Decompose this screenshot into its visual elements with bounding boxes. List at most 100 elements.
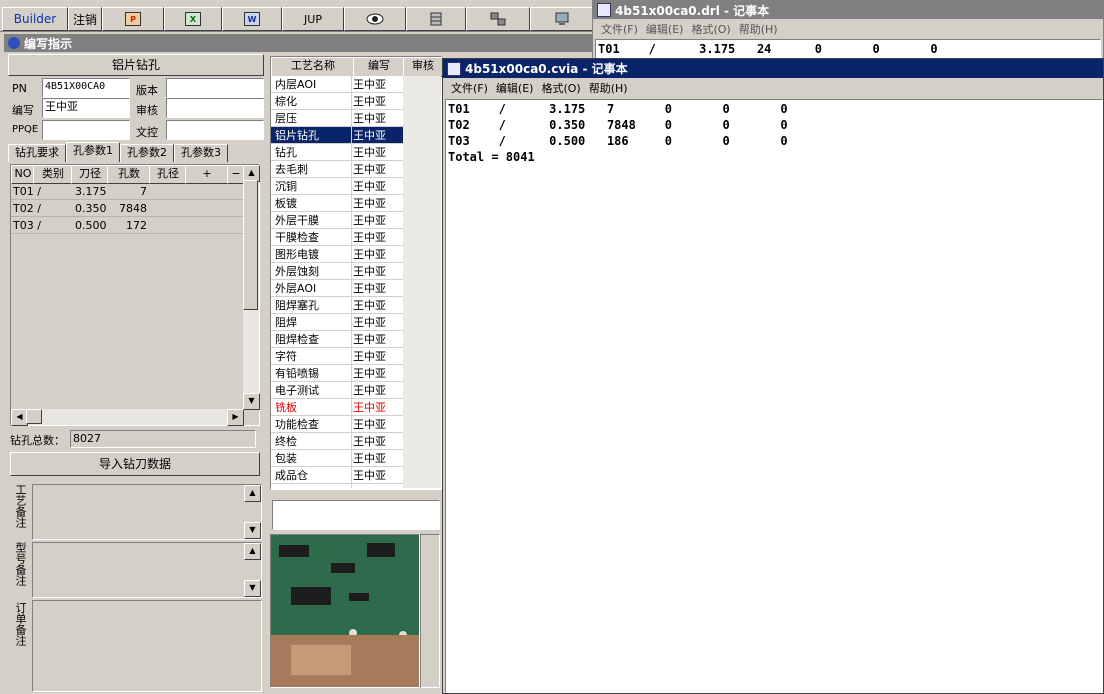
jup-button[interactable]: JUP xyxy=(282,7,344,31)
process-header-writer[interactable]: 编写 xyxy=(353,57,405,77)
tab-hole-params-1[interactable]: 孔参数1 xyxy=(66,142,120,162)
hole-params-grid[interactable]: NO 类别 刀径 孔数 孔径 + − T01 / 3.175 7 T02 / 0… xyxy=(10,164,260,426)
order-note-field[interactable] xyxy=(32,600,262,692)
process-writer: 王中亚 xyxy=(353,282,386,295)
process-writer: 王中亚 xyxy=(353,197,386,210)
notepad-icon xyxy=(447,61,461,76)
note-scroll-down-icon[interactable]: ▼ xyxy=(244,522,261,539)
main-window-titlebar[interactable]: 编写指示 xyxy=(4,34,594,52)
excel-icon: X xyxy=(185,12,201,26)
grid-row[interactable]: T01 / 3.175 7 xyxy=(11,183,243,200)
notepad-drl-text[interactable]: T01 / 3.175 24 0 0 0 xyxy=(595,39,1101,59)
computer-button[interactable] xyxy=(530,7,594,31)
notepad-cvia-menubar: 文件(F) 编辑(E) 格式(O) 帮助(H) xyxy=(443,79,1103,97)
builder-label: Builder xyxy=(13,12,57,26)
process-writer: 王中亚 xyxy=(353,435,386,448)
menu-edit[interactable]: 编辑(E) xyxy=(646,21,684,37)
photo-side-scroll[interactable] xyxy=(420,534,440,688)
process-writer: 王中亚 xyxy=(353,452,386,465)
doc-control-label: 文控 xyxy=(136,126,158,139)
model-note-label: 型号备注 xyxy=(14,542,27,586)
ppqe-field[interactable] xyxy=(42,120,130,140)
menu-format[interactable]: 格式(O) xyxy=(691,21,730,37)
version-label: 版本 xyxy=(136,84,158,97)
notepad-drl-window[interactable]: 4b51x00ca0.drl - 记事本 文件(F) 编辑(E) 格式(O) 帮… xyxy=(592,0,1104,60)
app-icon xyxy=(8,37,20,49)
process-writer: 王中亚 xyxy=(353,78,386,91)
notepad-cvia-text-area[interactable]: T01 / 3.175 7 0 0 0 T02 / 0.350 7848 0 0… xyxy=(445,99,1103,693)
menu-edit[interactable]: 编辑(E) xyxy=(496,80,534,96)
pn-field[interactable]: 4B51X00CA0 xyxy=(42,78,130,98)
process-writer: 王中亚 xyxy=(353,95,386,108)
process-input[interactable] xyxy=(272,500,440,530)
process-name: 内层AOI xyxy=(275,78,317,91)
notepad-drl-titlebar[interactable]: 4b51x00ca0.drl - 记事本 xyxy=(593,1,1103,19)
menu-file[interactable]: 文件(F) xyxy=(451,80,488,96)
review-field[interactable] xyxy=(166,98,264,118)
notepad-drl-content: T01 / 3.175 24 0 0 0 xyxy=(598,42,938,56)
tab-drill-requirements[interactable]: 钻孔要求 xyxy=(8,144,66,162)
process-writer: 王中亚 xyxy=(353,265,386,278)
grid-hscrollbar[interactable]: ◀ ▶ xyxy=(11,409,244,426)
menu-help[interactable]: 帮助(H) xyxy=(589,80,628,96)
excel-button[interactable]: X xyxy=(164,7,222,31)
eye-button[interactable] xyxy=(344,7,406,31)
grid-hscroll-thumb[interactable] xyxy=(26,409,42,424)
notepad-cvia-window[interactable]: 4b51x00ca0.cvia - 记事本 文件(F) 编辑(E) 格式(O) … xyxy=(442,58,1104,694)
process-writer: 王中亚 xyxy=(353,384,386,397)
network-button[interactable] xyxy=(466,7,530,31)
grid-cell-no: T02 / xyxy=(13,202,41,215)
process-name: 铝片钻孔 xyxy=(275,129,319,142)
section-title: 铝片钻孔 xyxy=(8,54,264,76)
grid-header-add[interactable]: + xyxy=(185,165,229,184)
process-note-field[interactable]: ▲ ▼ xyxy=(32,484,262,540)
process-header-name[interactable]: 工艺名称 xyxy=(271,57,355,77)
process-name: 板镀 xyxy=(275,197,297,210)
grid-header-hole-count[interactable]: 孔数 xyxy=(107,165,151,184)
grid-cell-no: T03 / xyxy=(13,219,41,232)
import-drill-data-button[interactable]: 导入钻刀数据 xyxy=(10,452,260,476)
menu-format[interactable]: 格式(O) xyxy=(541,80,580,96)
grid-header-no[interactable]: NO xyxy=(11,165,35,184)
note-scroll-down-icon[interactable]: ▼ xyxy=(244,580,261,597)
process-name: 字符 xyxy=(275,350,297,363)
menu-help[interactable]: 帮助(H) xyxy=(739,21,778,37)
grid-vscrollbar[interactable]: ▲ ▼ xyxy=(243,165,260,410)
grid-row[interactable]: T03 / 0.500 172 xyxy=(11,217,243,234)
grid-header-hole-dia[interactable]: 孔径 xyxy=(149,165,187,184)
process-name: 钻孔 xyxy=(275,146,297,159)
grid-row[interactable]: T02 / 0.350 7848 xyxy=(11,200,243,217)
tab-hole-params-3[interactable]: 孔参数3 xyxy=(174,144,228,162)
main-toolbar: Builder 注销 P X W JUP xyxy=(0,0,594,32)
ppt-button[interactable]: P xyxy=(102,7,164,31)
database-button[interactable] xyxy=(406,7,466,31)
grid-header-type[interactable]: 类别 xyxy=(33,165,73,184)
grid-line xyxy=(11,199,243,200)
notepad-icon xyxy=(597,3,611,17)
grid-vscroll-thumb[interactable] xyxy=(243,180,258,310)
version-field[interactable] xyxy=(166,78,264,98)
scroll-down-arrow-icon[interactable]: ▼ xyxy=(243,393,260,410)
process-list[interactable]: 工艺名称 编写 审核 内层AOI 王中亚 棕化 王中亚 层压 王中亚 铝片钻孔 王中亚 钻孔 王中… xyxy=(270,56,443,490)
note-scroll-up-icon[interactable]: ▲ xyxy=(244,485,261,502)
process-name: 层压 xyxy=(275,112,297,125)
process-name: 外层AOI xyxy=(275,282,317,295)
scroll-right-arrow-icon[interactable]: ▶ xyxy=(227,409,244,426)
notepad-cvia-titlebar[interactable]: 4b51x00ca0.cvia - 记事本 xyxy=(443,59,1103,78)
tab-hole-params-2[interactable]: 孔参数2 xyxy=(120,144,174,162)
grid-line xyxy=(11,216,243,217)
model-note-field[interactable]: ▲ ▼ xyxy=(32,542,262,598)
builder-button[interactable]: Builder xyxy=(2,7,68,31)
doc-control-field[interactable] xyxy=(166,120,264,140)
logout-button[interactable]: 注销 xyxy=(68,7,102,31)
process-row[interactable]: 铝片钻孔 王中亚 xyxy=(271,127,441,144)
grid-cell-dia: 0.350 xyxy=(75,202,107,215)
menu-file[interactable]: 文件(F) xyxy=(601,21,638,37)
pn-label: PN xyxy=(12,82,27,95)
grid-header-tool-dia[interactable]: 刀径 xyxy=(71,165,109,184)
writer-field[interactable]: 王中亚 xyxy=(42,98,130,118)
word-button[interactable]: W xyxy=(222,7,282,31)
process-header-review[interactable]: 审核 xyxy=(403,57,443,77)
process-name: 电子测试 xyxy=(275,384,319,397)
note-scroll-up-icon[interactable]: ▲ xyxy=(244,543,261,560)
